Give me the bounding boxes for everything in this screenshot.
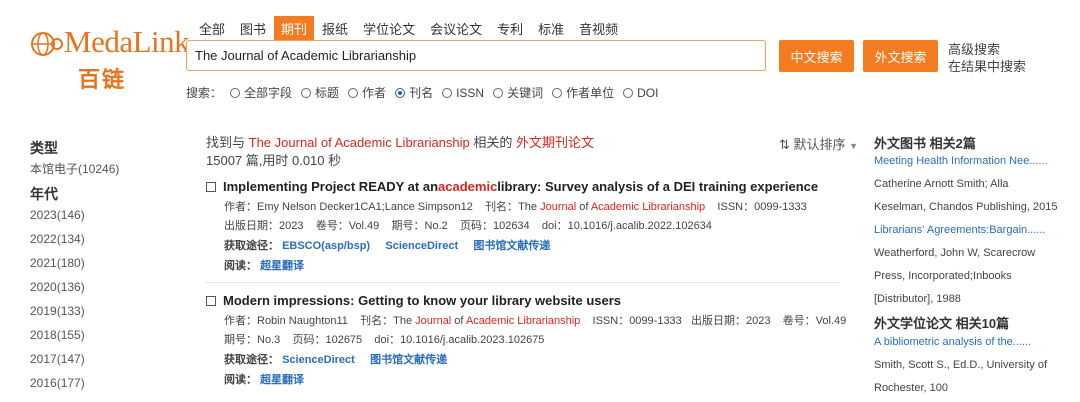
result-meta: 作者：Emy Nelson Decker1CA1;Lance Simpson12… (224, 201, 807, 213)
summary-category: 外文期刊论文 (516, 135, 595, 150)
related-book-link[interactable]: Librarians' Agreements:Bargain...... (874, 224, 1074, 247)
result-access: 获取途径： ScienceDirect 图书馆文献传递 (224, 354, 448, 366)
sort-dropdown[interactable]: ⇅ 默认排序 ▼ (779, 134, 858, 153)
tab-conference[interactable]: 会议论文 (423, 16, 489, 41)
radio-icon (230, 87, 241, 98)
result-meta-line2: 期号：No.3 页码：102675 doi：10.1016/j.acalib.2… (224, 334, 545, 346)
summary-count: 15007 篇,用时 0.010 秒 (206, 153, 342, 168)
year-item[interactable]: 2022(134) (30, 232, 119, 256)
field-all[interactable]: 全部字段 (230, 84, 292, 101)
related-book-info: Press, Incorporated;Inbooks (874, 270, 1012, 282)
radio-icon (442, 87, 453, 98)
year-item[interactable]: 2019(133) (30, 304, 119, 328)
access-link[interactable]: ScienceDirect (385, 240, 458, 252)
year-heading: 年代 (30, 186, 58, 202)
result-item: Implementing Project READY at an academi… (206, 179, 846, 283)
result-meta: 作者：Robin Naughton11 刊名：The Journal of Ac… (224, 315, 847, 327)
related-thesis-link[interactable]: A bibliometric analysis of the...... (874, 336, 1074, 359)
search-field-options: 搜索： 全部字段 标题 作者 刊名 ISSN 关键词 作者单位 DOI (186, 84, 667, 101)
related-book-link[interactable]: Meeting Health Information Nee...... (874, 155, 1074, 178)
year-item[interactable]: 2016(177) (30, 376, 119, 400)
field-author[interactable]: 作者 (348, 84, 386, 101)
advanced-search-link[interactable]: 高级搜索 (948, 41, 1026, 58)
related-book-info: [Distributor], 1988 (874, 293, 961, 305)
result-summary: 找到与 The Journal of Academic Librarianshi… (206, 134, 594, 170)
field-keyword[interactable]: 关键词 (493, 84, 543, 101)
search-fields-label: 搜索： (186, 86, 223, 100)
related-books-heading: 外文图书 相关2篇 (874, 136, 976, 151)
chevron-down-icon: ▼ (849, 141, 859, 151)
foreign-search-button[interactable]: 外文搜索 (863, 40, 938, 72)
field-journal[interactable]: 刊名 (395, 84, 433, 101)
category-tabs: 全部 图书 期刊 报纸 学位论文 会议论文 专利 标准 音视频 (192, 16, 626, 41)
radio-icon (301, 87, 312, 98)
related-thesis-info: Rochester, 100 (874, 382, 948, 394)
field-issn[interactable]: ISSN (442, 86, 484, 100)
related-theses-heading: 外文学位论文 相关10篇 (874, 316, 1010, 331)
related-book-info: Weatherford, John W, Scarecrow (874, 247, 1036, 259)
type-heading: 类型 (30, 140, 58, 156)
result-item: Modern impressions: Getting to know your… (206, 293, 846, 387)
logo-cn: 百链 (78, 67, 127, 92)
result-read: 阅读： 超星翻译 (224, 374, 305, 386)
tab-newspapers[interactable]: 报纸 (315, 16, 355, 41)
field-doi[interactable]: DOI (623, 86, 658, 100)
tab-theses[interactable]: 学位论文 (356, 16, 422, 41)
chinese-search-button[interactable]: 中文搜索 (779, 40, 854, 72)
access-link[interactable]: 图书馆文献传递 (370, 354, 447, 366)
year-item[interactable]: 2020(136) (30, 280, 119, 304)
result-read: 阅读： 超星翻译 (224, 260, 305, 272)
type-item[interactable]: 本馆电子(10246) (30, 160, 119, 184)
advanced-search-links: 高级搜索 在结果中搜索 (948, 41, 1026, 75)
sort-icon: ⇅ (779, 137, 790, 152)
year-item[interactable]: 2018(155) (30, 328, 119, 352)
tab-media[interactable]: 音视频 (572, 16, 625, 41)
year-item[interactable]: 2017(147) (30, 352, 119, 376)
related-book-info: Catherine Arnott Smith; Alla (874, 178, 1009, 190)
result-access: 获取途径： EBSCO(asp/bsp) ScienceDirect 图书馆文献… (224, 240, 551, 252)
tab-standards[interactable]: 标准 (531, 16, 571, 41)
radio-icon (348, 87, 359, 98)
radio-icon (623, 87, 634, 98)
related-book-info: Keselman, Chandos Publishing, 2015 (874, 201, 1058, 213)
summary-mid: 相关的 (473, 135, 513, 150)
sort-label: 默认排序 (793, 137, 846, 152)
checkbox[interactable] (206, 181, 216, 192)
tab-journals[interactable]: 期刊 (274, 16, 315, 41)
summary-prefix: 找到与 (206, 135, 246, 150)
field-title[interactable]: 标题 (301, 84, 339, 101)
translate-link[interactable]: 超星翻译 (260, 260, 304, 272)
result-title[interactable]: Modern impressions: Getting to know your… (206, 293, 846, 308)
radio-icon (493, 87, 504, 98)
access-link[interactable]: EBSCO(asp/bsp) (282, 240, 370, 252)
radio-selected-icon (395, 87, 406, 98)
result-meta-line2: 出版日期：2023 卷号：Vol.49 期号：No.2 页码：102634 do… (224, 220, 712, 232)
summary-query: The Journal of Academic Librarianship (248, 135, 470, 150)
access-link[interactable]: ScienceDirect (282, 354, 355, 366)
radio-icon (552, 87, 563, 98)
translate-link[interactable]: 超星翻译 (260, 374, 304, 386)
logo-name: MedaLink (64, 24, 190, 59)
year-item[interactable]: 2021(180) (30, 256, 119, 280)
tab-patents[interactable]: 专利 (490, 16, 530, 41)
search-input[interactable] (186, 40, 766, 71)
field-affiliation[interactable]: 作者单位 (552, 84, 614, 101)
checkbox[interactable] (206, 295, 216, 306)
search-within-results-link[interactable]: 在结果中搜索 (948, 58, 1026, 75)
result-title[interactable]: Implementing Project READY at an academi… (206, 179, 846, 194)
related-sidebar: 外文图书 相关2篇 Meeting Health Information Nee… (874, 133, 1074, 402)
divider (206, 282, 840, 283)
globe-link-icon (31, 32, 63, 56)
related-thesis-info: Smith, Scott S., Ed.D., University of (874, 359, 1047, 371)
tab-books[interactable]: 图书 (233, 16, 273, 41)
medalink-logo[interactable]: MedaLink 百链 (30, 24, 190, 92)
access-link[interactable]: 图书馆文献传递 (473, 240, 550, 252)
filter-sidebar: 类型 本馆电子(10246) 年代 2023(146) 2022(134) 20… (30, 138, 119, 400)
year-item[interactable]: 2023(146) (30, 208, 119, 232)
tab-all[interactable]: 全部 (192, 16, 232, 41)
